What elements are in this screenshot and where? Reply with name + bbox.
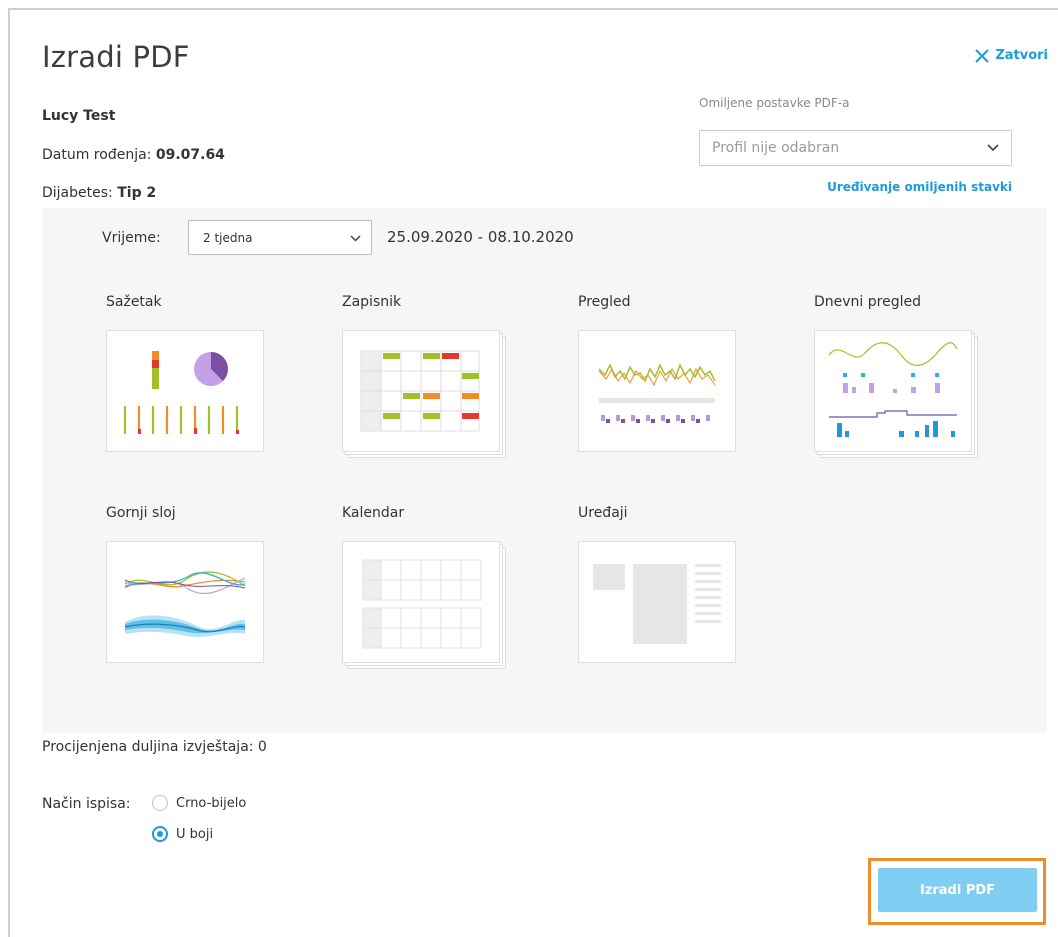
overlay-thumbnail-icon — [106, 541, 264, 663]
radio-unchecked-icon — [152, 795, 168, 811]
patient-name: Lucy Test — [42, 108, 116, 124]
edit-favorites-link[interactable]: Uređivanje omiljenih stavki — [827, 180, 1012, 194]
calendar-thumbnail-icon — [342, 541, 500, 663]
report-label: Sažetak — [106, 294, 162, 310]
print-mode-bw-radio[interactable]: Crno-bijelo — [152, 795, 246, 811]
report-calendar[interactable]: Kalendar — [342, 505, 512, 676]
time-label: Vrijeme: — [102, 230, 161, 246]
close-icon — [975, 48, 990, 63]
diabetes-value: Tip 2 — [117, 185, 157, 201]
report-label: Uređaji — [578, 505, 628, 521]
date-of-birth: Datum rođenja: 09.07.64 — [42, 147, 225, 163]
close-label: Zatvori — [995, 48, 1048, 63]
report-label: Pregled — [578, 294, 631, 310]
overview-thumbnail-icon — [578, 330, 736, 452]
dob-label: Datum rođenja: — [42, 147, 152, 163]
report-label: Gornji sloj — [106, 505, 176, 521]
pdf-preferences-select[interactable]: Profil nije odabran — [699, 130, 1012, 166]
summary-thumbnail-icon — [106, 330, 264, 452]
print-mode-label: Način ispisa: — [42, 796, 131, 812]
report-overlay[interactable]: Gornji sloj — [106, 505, 276, 676]
radio-checked-icon — [152, 826, 168, 842]
time-period-select[interactable]: 2 tjedna — [188, 220, 372, 255]
time-period-value: 2 tjedna — [203, 230, 253, 245]
print-mode-option-label: Crno-bijelo — [176, 795, 247, 811]
report-devices[interactable]: Uređaji — [578, 505, 748, 676]
report-summary[interactable]: Sažetak — [106, 294, 276, 465]
close-button[interactable]: Zatvori — [975, 48, 1048, 63]
pdf-preferences-label: Omiljene postavke PDF-a — [699, 96, 850, 110]
date-range: 25.09.2020 - 08.10.2020 — [387, 228, 574, 246]
report-logbook[interactable]: Zapisnik — [342, 294, 512, 465]
dob-value: 09.07.64 — [155, 147, 225, 163]
chevron-down-icon — [987, 140, 999, 156]
report-overview[interactable]: Pregled — [578, 294, 748, 465]
devices-thumbnail-icon — [578, 541, 736, 663]
report-selection-panel: Vrijeme: 2 tjedna 25.09.2020 - 08.10.202… — [42, 208, 1047, 733]
report-daily-overview[interactable]: Dnevni pregled — [814, 294, 984, 465]
report-label: Dnevni pregled — [814, 294, 921, 310]
create-pdf-dialog: Izradi PDF Zatvori Lucy Test Datum rođen… — [8, 8, 1058, 937]
report-label: Kalendar — [342, 505, 405, 521]
diabetes-type: Dijabetes: Tip 2 — [42, 185, 156, 201]
pdf-preferences-value: Profil nije odabran — [712, 140, 840, 156]
print-mode-color-radio[interactable]: U boji — [152, 826, 213, 842]
daily-overview-thumbnail-icon — [814, 330, 972, 452]
dialog-title: Izradi PDF — [42, 40, 190, 74]
print-mode-option-label: U boji — [176, 826, 214, 842]
diabetes-label: Dijabetes: — [42, 185, 113, 201]
create-pdf-button[interactable]: Izradi PDF — [878, 868, 1037, 912]
estimated-report-length: Procijenjena duljina izvještaja: 0 — [42, 739, 267, 755]
report-label: Zapisnik — [342, 294, 402, 310]
chevron-down-icon — [350, 231, 361, 245]
logbook-thumbnail-icon — [342, 330, 500, 452]
